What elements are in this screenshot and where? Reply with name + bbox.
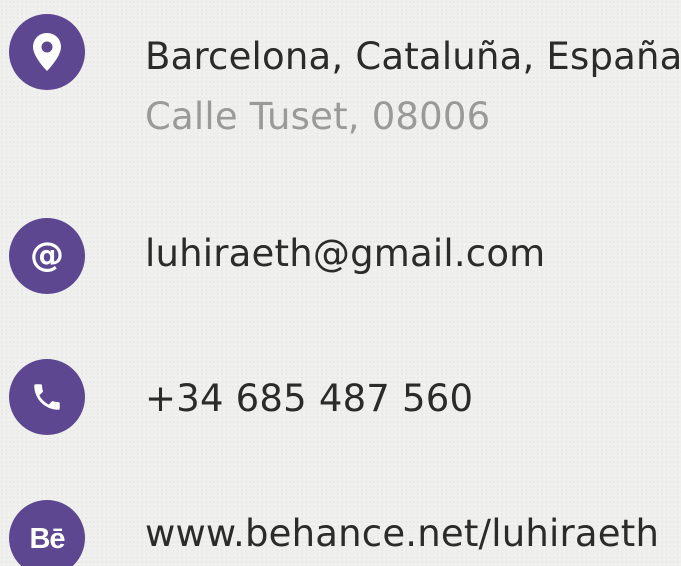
phone-icon (9, 359, 85, 435)
address-city: Barcelona, Cataluña, España (145, 35, 681, 78)
address-street: Calle Tuset, 08006 (145, 95, 491, 138)
email-link[interactable]: luhiraeth@gmail.com (145, 232, 545, 275)
behance-icon: Bē (9, 500, 85, 566)
behance-link[interactable]: www.behance.net/luhiraeth (145, 512, 659, 555)
behance-glyph: Bē (29, 522, 65, 555)
location-pin-icon (9, 14, 85, 90)
at-sign-glyph: @ (30, 235, 64, 275)
at-sign-icon: @ (9, 218, 85, 294)
phone-number[interactable]: +34 685 487 560 (145, 377, 473, 420)
